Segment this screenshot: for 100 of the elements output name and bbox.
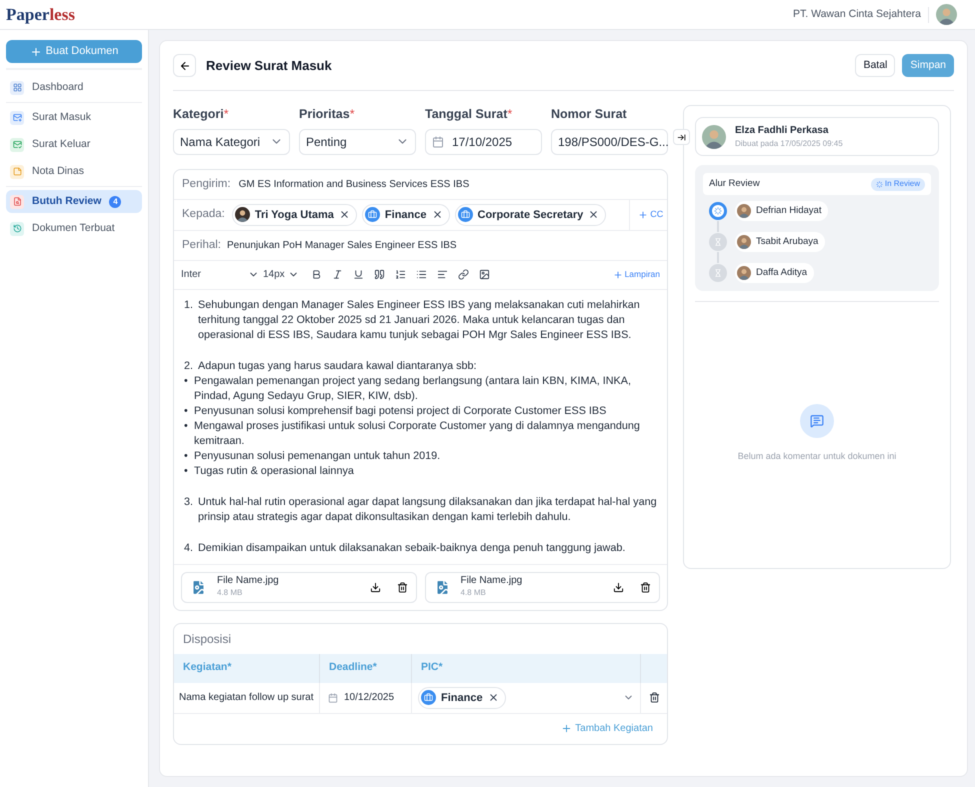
user-avatar	[936, 4, 957, 25]
sidebar-label: Nota Dinas	[32, 164, 84, 179]
list-item: • Penyusunan solusi komprehensif bagi potensi project di Corporate Customer ESS IBS	[184, 404, 608, 419]
field-label: Kategori	[173, 106, 224, 123]
attachment-card[interactable]: File Name.jpg 4.8 MB	[424, 572, 660, 603]
bullet-list-icon[interactable]	[416, 269, 427, 280]
select-field[interactable]: Nama Kategori	[173, 128, 290, 155]
image-icon[interactable]	[479, 269, 490, 280]
list-item: • Tugas rutin & operasional lainnya	[184, 464, 355, 479]
sidebar-label: Surat Keluar	[32, 136, 90, 152]
date-field[interactable]: 17/10/2025	[425, 128, 542, 155]
page-title: Review Surat Masuk	[206, 56, 332, 75]
reviewer-name: Defrian Hidayat	[756, 204, 822, 218]
field-value: 198/PS000/DES-G...	[558, 134, 669, 151]
sidebar-label: Butuh Review	[32, 194, 102, 209]
plus-icon	[638, 210, 648, 220]
align-left-icon[interactable]	[437, 269, 448, 280]
reviewer-name: Tsabit Arubaya	[756, 234, 818, 249]
chip-label: Finance	[441, 690, 483, 706]
add-cc-button[interactable]: CC	[629, 200, 672, 230]
recipient-label: Kepada:	[182, 207, 225, 222]
required-mark: *	[224, 106, 229, 123]
sidebar-item[interactable]: Butuh Review 4	[6, 190, 142, 213]
attachment-card[interactable]: File Name.jpg 4.8 MB	[181, 572, 416, 603]
column-header: Kegiatan*	[174, 654, 320, 683]
activity-cell: Nama kegiatan follow up surat	[174, 682, 320, 713]
collapse-icon	[677, 132, 686, 142]
created-date: Dibuat pada 17/05/2025 09:45	[735, 138, 843, 150]
attach-button[interactable]: Lampiran	[612, 268, 660, 282]
required-mark: *	[507, 106, 512, 123]
font-select[interactable]: Inter	[181, 267, 259, 282]
date-value: 17/10/2025	[452, 134, 512, 151]
chip-label: Tri Yoga Utama	[254, 208, 334, 222]
calendar-icon	[328, 692, 338, 703]
file-size: 4.8 MB	[217, 587, 244, 600]
plus-icon	[30, 46, 42, 58]
remove-icon[interactable]	[338, 209, 350, 220]
field-label: Nomor Surat	[551, 106, 627, 123]
file-name: File Name.jpg	[217, 575, 280, 588]
sidebar-item[interactable]: Surat Keluar	[6, 133, 142, 156]
back-button[interactable]	[173, 54, 196, 77]
grid-icon	[10, 80, 24, 94]
download-icon[interactable]	[613, 582, 624, 593]
column-header: Deadline*	[320, 654, 412, 683]
avatar	[737, 235, 751, 249]
recipient-chip[interactable]: Corporate Secretary	[454, 204, 606, 226]
subject-value: Penunjukan PoH Manager Sales Engineer ESS IBS	[227, 238, 457, 253]
creator-name: Elza Fadhli Perkasa	[735, 124, 830, 138]
required-mark: *	[350, 106, 355, 123]
delete-icon[interactable]	[396, 582, 408, 593]
numbered-list-icon[interactable]	[395, 269, 406, 280]
deadline-cell[interactable]: 10/12/2025	[320, 682, 412, 713]
column-header: PIC*	[412, 654, 641, 683]
remove-icon[interactable]	[588, 209, 600, 220]
count-badge: 4	[109, 196, 122, 208]
size-select[interactable]: 14px	[263, 267, 301, 282]
remove-icon[interactable]	[488, 692, 499, 704]
select-field[interactable]: Penting	[299, 128, 416, 155]
sidebar-label: Surat Masuk	[32, 110, 91, 125]
list-item: 1. Sehubungan dengan Manager Sales Engineer ESS IBS yang melaksanakan cuti melahirkan terhitung tanggal 22 Oktober 2025 sd 21 Januari 2026. Maka untuk kelancaran tugas dan operasional di ESS IBS, Saudara kamu tunjuk sebagai POH Mgr Sales Engineer ESS IBS.	[184, 298, 641, 343]
sidebar-item[interactable]: Dokumen Terbuat	[6, 217, 142, 240]
recipient-chip[interactable]: Tri Yoga Utama	[232, 204, 357, 226]
download-icon[interactable]	[370, 582, 380, 593]
list-item: • Penyusunan solusi pemenangan untuk tahun 2019.	[184, 448, 442, 464]
avatar	[702, 124, 726, 148]
back-arrow-icon	[178, 60, 190, 72]
recipient-chip[interactable]: Finance	[418, 686, 506, 709]
briefcase-icon	[458, 207, 472, 222]
organization-name: PT. Wawan Cinta Sejahtera	[792, 6, 921, 22]
field-label: Tanggal Surat	[425, 106, 508, 123]
section-title: Disposisi	[182, 630, 232, 648]
plus-icon	[612, 270, 623, 280]
mail-icon	[10, 138, 24, 152]
sender-label: Pengirim:	[182, 176, 231, 192]
sidebar-item[interactable]: Nota Dinas	[6, 160, 142, 183]
chip-label: Finance	[384, 208, 426, 222]
select-value: Penting	[306, 134, 348, 151]
collapse-panel-button[interactable]	[673, 129, 690, 145]
link-icon[interactable]	[458, 269, 469, 280]
italic-icon[interactable]	[332, 269, 343, 280]
quote-icon[interactable]	[374, 269, 385, 280]
underline-icon[interactable]	[353, 269, 364, 280]
remove-icon[interactable]	[432, 209, 442, 220]
sidebar-item[interactable]: Surat Masuk	[6, 106, 142, 129]
empty-comments-text: Belum ada komentar untuk dokumen ini	[738, 450, 896, 463]
list-item: 4. Demikian disampaikan untuk dilaksanakan sebaik-baiknya denga penuh tanggung jawab.	[184, 540, 626, 556]
logo: Paperless	[6, 4, 75, 26]
text-field[interactable]: 198/PS000/DES-G...	[551, 128, 668, 155]
delete-icon[interactable]	[648, 692, 660, 704]
sidebar-item[interactable]: Dashboard	[6, 76, 142, 99]
recipient-chip[interactable]: Finance	[362, 204, 450, 226]
mail-icon	[10, 110, 24, 124]
file-size: 4.8 MB	[460, 587, 487, 600]
sidebar-label: Dashboard	[32, 80, 84, 95]
avatar	[234, 207, 250, 222]
history-icon	[10, 222, 24, 236]
briefcase-icon	[364, 207, 380, 222]
bold-icon[interactable]	[311, 269, 322, 280]
delete-icon[interactable]	[640, 582, 651, 593]
cancel-button[interactable]: Batal	[855, 54, 896, 77]
